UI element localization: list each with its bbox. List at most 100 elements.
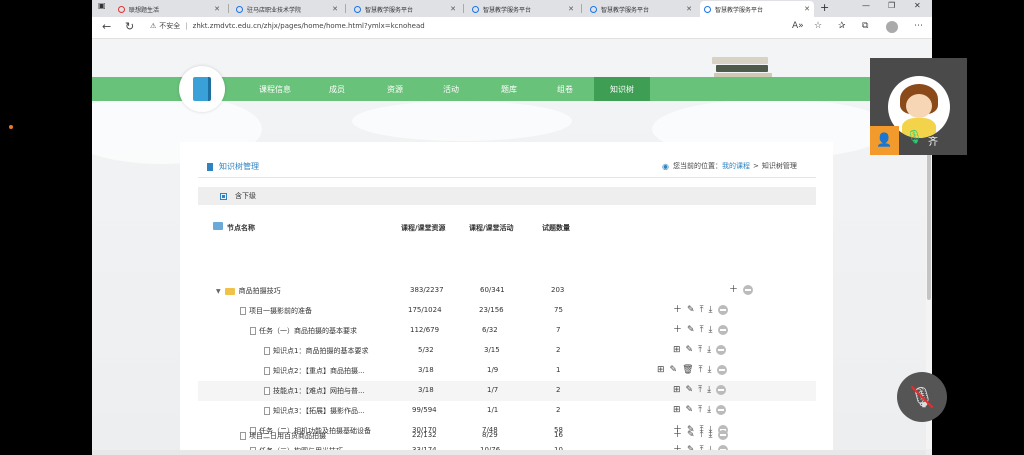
expand-caret-icon[interactable]: ▼: [216, 288, 221, 295]
tab-close-icon[interactable]: ✕: [568, 5, 574, 13]
move-down-icon[interactable]: ⤓: [709, 305, 713, 315]
browser-tab[interactable]: 驻马店职业技术学院 ✕: [232, 1, 342, 17]
add-resource-icon[interactable]: ⊞: [673, 345, 681, 355]
table-row[interactable]: 知识点2：【重点】商品拍摄... 3/18 1/9 1 ⊞ ✎ 🗑 ⤒ ⤓: [198, 361, 816, 381]
move-up-icon[interactable]: ⤒: [699, 365, 703, 375]
favorites-icon[interactable]: ✰: [838, 21, 846, 31]
tab-bar: ▣ 联想题生活 ✕ 驻马店职业技术学院 ✕ 智慧教学服务平台 ✕ 智慧教学服务平…: [92, 0, 932, 17]
new-tab-icon[interactable]: +: [820, 1, 829, 14]
browser-tab[interactable]: 联想题生活 ✕: [114, 1, 224, 17]
remove-icon[interactable]: [717, 305, 728, 315]
add-icon[interactable]: ＋: [673, 305, 682, 315]
move-down-icon[interactable]: ⤓: [707, 385, 711, 395]
browser-tab-active[interactable]: 智慧教学服务平台 ✕: [700, 1, 814, 17]
close-window-icon[interactable]: ✕: [914, 1, 921, 10]
remove-icon[interactable]: [716, 405, 727, 415]
tab-label: 智慧教学服务平台: [601, 6, 650, 14]
url-field[interactable]: ⚠ 不安全 | zhkt.zmdvtc.edu.cn/zhjx/pages/ho…: [150, 21, 425, 31]
add-resource-icon[interactable]: ⊞: [657, 365, 665, 375]
tab-close-icon[interactable]: ✕: [214, 5, 220, 13]
nav-knowledge-tree[interactable]: 知识树: [594, 77, 650, 101]
back-icon[interactable]: ←: [102, 20, 111, 33]
tab-close-icon[interactable]: ✕: [686, 5, 692, 13]
move-up-icon[interactable]: ⤒: [698, 385, 702, 395]
edit-icon[interactable]: ✎: [687, 305, 695, 315]
move-down-icon[interactable]: ⤓: [708, 365, 712, 375]
remove-icon[interactable]: [717, 325, 728, 335]
remove-icon[interactable]: [716, 345, 727, 355]
tab-label: 驻马店职业技术学院: [247, 6, 302, 14]
video-participant-tile[interactable]: 👤 🎙 齐: [870, 58, 967, 155]
move-down-icon[interactable]: ⤓: [709, 430, 713, 440]
table-row[interactable]: ▼ 商品拍摄技巧 383/2237 60/341 203 ＋: [198, 281, 816, 301]
delete-icon[interactable]: 🗑: [682, 365, 693, 375]
maximize-icon[interactable]: ❐: [888, 1, 895, 10]
window-menu-icon[interactable]: ▣: [98, 1, 106, 10]
edit-icon[interactable]: ✎: [687, 430, 695, 440]
tab-close-icon[interactable]: ✕: [332, 5, 338, 13]
table-row-hovered[interactable]: 技能点1：【难点】网拍与普... 3/18 1/7 2 ⊞ ✎ ⤒ ⤓: [198, 381, 816, 401]
add-icon[interactable]: ＋: [729, 285, 738, 295]
document-icon: [240, 307, 246, 315]
tab-close-icon[interactable]: ✕: [804, 5, 810, 13]
remove-icon[interactable]: [717, 430, 728, 440]
move-up-icon[interactable]: ⤒: [698, 405, 702, 415]
move-down-icon[interactable]: ⤓: [707, 405, 711, 415]
favorite-star-icon[interactable]: ☆: [814, 21, 822, 31]
knowledge-tree-panel: 知识树管理 ◉ 您当前的位置： 我的课程 > 知识树管理 含下级 节点名称 课程…: [180, 142, 833, 455]
remove-icon[interactable]: [716, 385, 727, 395]
move-down-icon[interactable]: ⤓: [709, 325, 713, 335]
node-name-cell: 技能点1：【难点】网拍与普...: [264, 386, 365, 396]
move-up-icon[interactable]: ⤒: [700, 325, 704, 335]
table-header: 节点名称 课程/课堂资源 课程/课堂活动 试题数量: [180, 219, 833, 235]
browser-tab[interactable]: 智慧教学服务平台 ✕: [586, 1, 696, 17]
folder-icon: [224, 287, 235, 295]
read-aloud-icon[interactable]: A»: [792, 21, 804, 31]
more-menu-icon[interactable]: ⋯: [914, 21, 923, 31]
nav-members[interactable]: 成员: [314, 77, 360, 101]
node-name-cell: 项目一摄影前的准备: [240, 306, 312, 316]
add-resource-icon[interactable]: ⊞: [673, 385, 681, 395]
breadcrumb-my-courses[interactable]: 我的课程: [722, 161, 750, 171]
remove-icon[interactable]: [743, 285, 754, 295]
collections-icon[interactable]: ⧉: [862, 21, 868, 31]
add-resource-icon[interactable]: ⊞: [673, 405, 681, 415]
include-children-checkbox[interactable]: [220, 192, 227, 200]
scrollbar-thumb[interactable]: [927, 150, 931, 300]
edit-icon[interactable]: ✎: [687, 325, 695, 335]
remove-icon[interactable]: [716, 365, 727, 375]
node-name: 任务（一）商品拍摄的基本要求: [259, 327, 357, 335]
profile-avatar[interactable]: [886, 21, 898, 33]
move-down-icon[interactable]: ⤓: [707, 345, 711, 355]
browser-tab[interactable]: 智慧教学服务平台 ✕: [468, 1, 578, 17]
table-row[interactable]: 项目一摄影前的准备 175/1024 23/156 75 ＋ ✎ ⤒ ⤓: [198, 301, 816, 321]
header-activities: 课程/课堂活动: [469, 224, 514, 232]
table-row[interactable]: 任务（一）商品拍摄的基本要求 112/679 6/32 7 ＋ ✎ ⤒ ⤓: [198, 321, 816, 341]
add-icon[interactable]: ＋: [673, 430, 682, 440]
edit-icon[interactable]: ✎: [686, 345, 694, 355]
mute-microphone-button[interactable]: 🎙: [897, 372, 947, 422]
edit-icon[interactable]: ✎: [670, 365, 678, 375]
activities-cell: 23/156: [479, 306, 504, 314]
table-row[interactable]: 知识点1：商品拍摄的基本要求 5/32 3/15 2 ⊞ ✎ ⤒ ⤓: [198, 341, 816, 361]
nav-activities[interactable]: 活动: [428, 77, 474, 101]
nav-exam-paper[interactable]: 组卷: [542, 77, 588, 101]
edit-icon[interactable]: ✎: [686, 385, 694, 395]
nav-question-bank[interactable]: 题库: [486, 77, 532, 101]
nav-course-info[interactable]: 课程信息: [250, 77, 300, 101]
move-up-icon[interactable]: ⤒: [700, 305, 704, 315]
minimize-icon[interactable]: —: [862, 1, 870, 10]
move-up-icon[interactable]: ⤒: [698, 345, 702, 355]
add-icon[interactable]: ＋: [673, 325, 682, 335]
table-row[interactable]: 知识点3：【拓展】摄影作品... 99/594 1/1 2 ⊞ ✎ ⤒ ⤓: [198, 401, 816, 421]
browser-tab[interactable]: 智慧教学服务平台 ✕: [350, 1, 460, 17]
table-row[interactable]: 项目二日用百货商品拍摄 22/132 8/29 16 ＋ ✎ ⤒ ⤓: [198, 426, 816, 446]
tab-close-icon[interactable]: ✕: [450, 5, 456, 13]
edit-icon[interactable]: ✎: [686, 405, 694, 415]
nav-resources[interactable]: 资源: [372, 77, 418, 101]
resources-cell: 99/594: [412, 406, 437, 414]
activities-cell: 1/9: [487, 366, 499, 374]
activities-cell: 60/341: [480, 286, 505, 294]
reload-icon[interactable]: ↻: [125, 20, 134, 33]
move-up-icon[interactable]: ⤒: [700, 430, 704, 440]
